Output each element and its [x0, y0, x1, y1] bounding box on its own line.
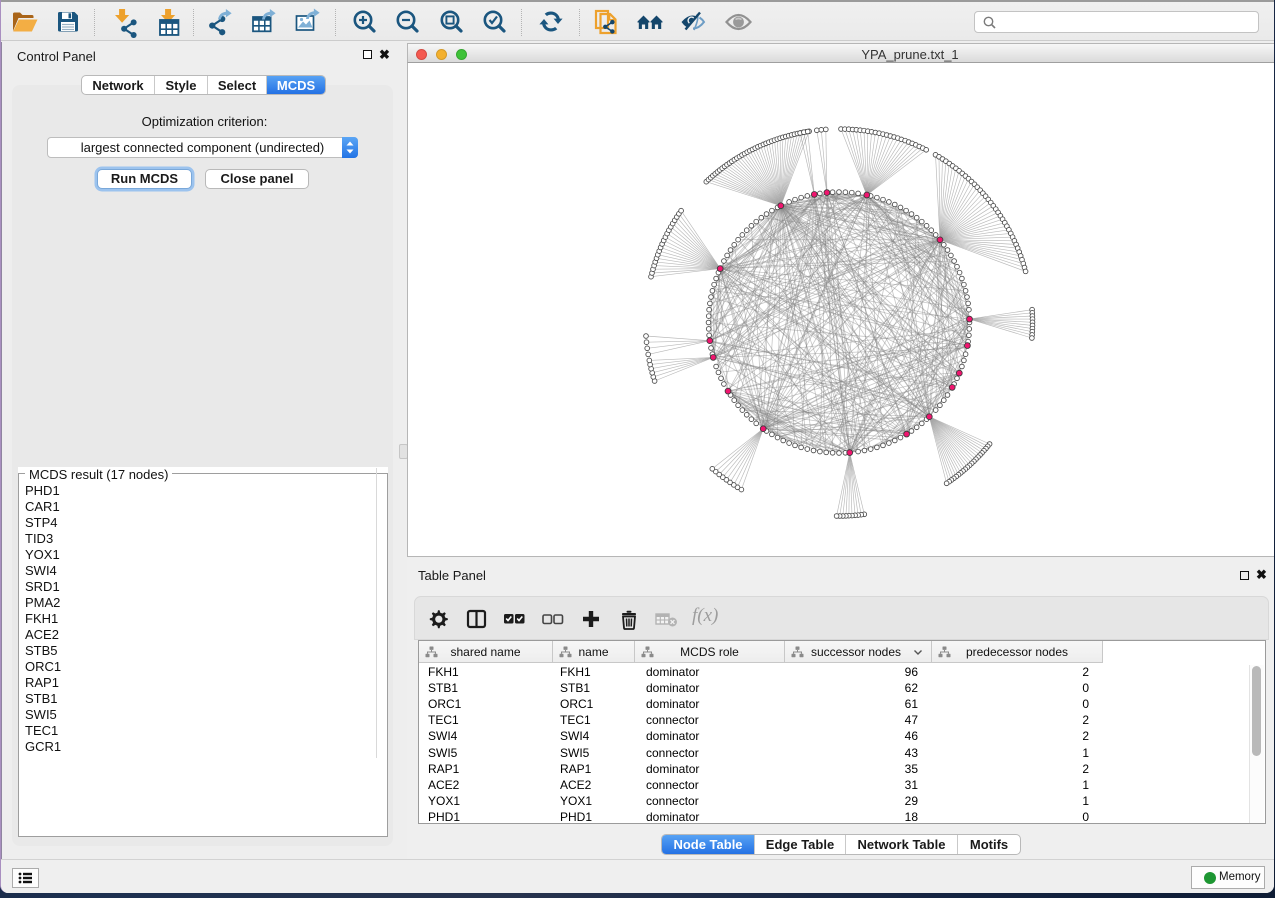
svg-text:f(x): f(x) — [692, 605, 718, 626]
